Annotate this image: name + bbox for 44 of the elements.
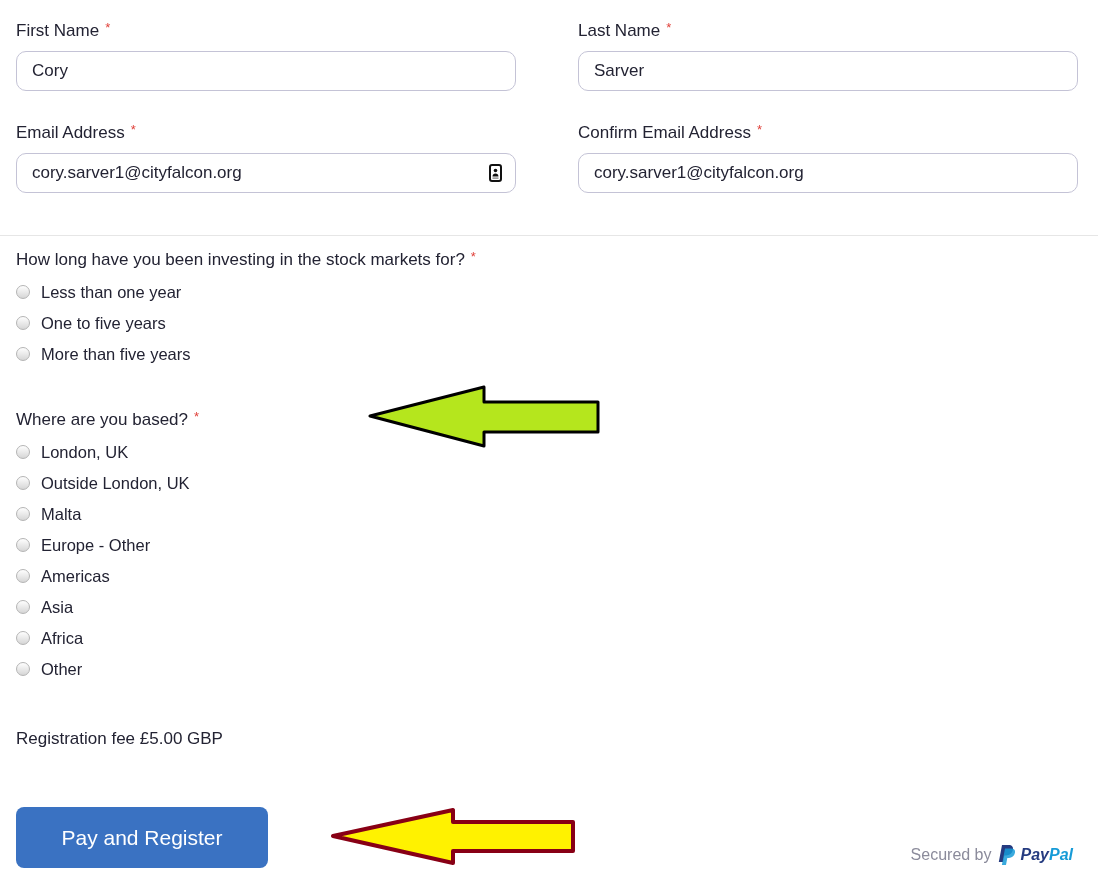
radio-button[interactable] [16,568,30,583]
radio-button[interactable] [16,599,30,614]
radio-button[interactable] [16,284,30,299]
logo-wordmark: PayPal [1020,845,1073,865]
radio-button[interactable] [16,475,30,490]
text-input[interactable]: Sarver [578,51,1078,91]
required-asterisk: * [194,409,200,424]
field-label: First Name [16,21,100,40]
text-input[interactable]: cory.sarver1@cityfalcon.org [578,153,1078,193]
submit-button[interactable]: Pay and Register [16,807,268,868]
option-label[interactable]: Other [41,658,83,679]
radio-button[interactable] [16,506,30,521]
required-asterisk: * [666,20,672,35]
question-text: How long have you been investing in the stock markets for? [16,250,465,269]
required-asterisk: * [130,122,136,137]
logo-icon [997,845,1015,865]
option-label[interactable]: Asia [41,596,74,617]
contact-card-icon[interactable] [489,164,502,182]
option-label[interactable]: Americas [41,565,110,586]
option-label[interactable]: Less than one year [41,281,182,302]
radio-button[interactable] [16,444,30,459]
field-label: Last Name [578,21,661,40]
option-label[interactable]: Europe - Other [41,534,151,555]
radio-button[interactable] [16,346,30,361]
radio-button[interactable] [16,630,30,645]
required-asterisk: * [105,20,111,35]
option-label[interactable]: London, UK [41,441,129,462]
field-label: Email Address [16,123,125,142]
option-label[interactable]: More than five years [41,343,191,364]
question-text: Where are you based? [16,410,188,429]
radio-button[interactable] [16,537,30,552]
registration-fee-text: Registration fee £5.00 GBP [16,728,223,750]
text-input[interactable]: Cory [16,51,516,91]
radio-button[interactable] [16,661,30,676]
required-asterisk: * [756,122,762,137]
radio-button[interactable] [16,315,30,330]
option-label[interactable]: Outside London, UK [41,472,190,493]
required-asterisk: * [470,249,476,264]
option-label[interactable]: Africa [41,627,84,648]
field-label: Confirm Email Address [578,123,751,142]
secured-by-text: Secured by [910,845,992,865]
option-label[interactable]: One to five years [41,312,166,333]
option-label[interactable]: Malta [41,503,82,524]
text-input[interactable]: cory.sarver1@cityfalcon.org [16,153,516,193]
